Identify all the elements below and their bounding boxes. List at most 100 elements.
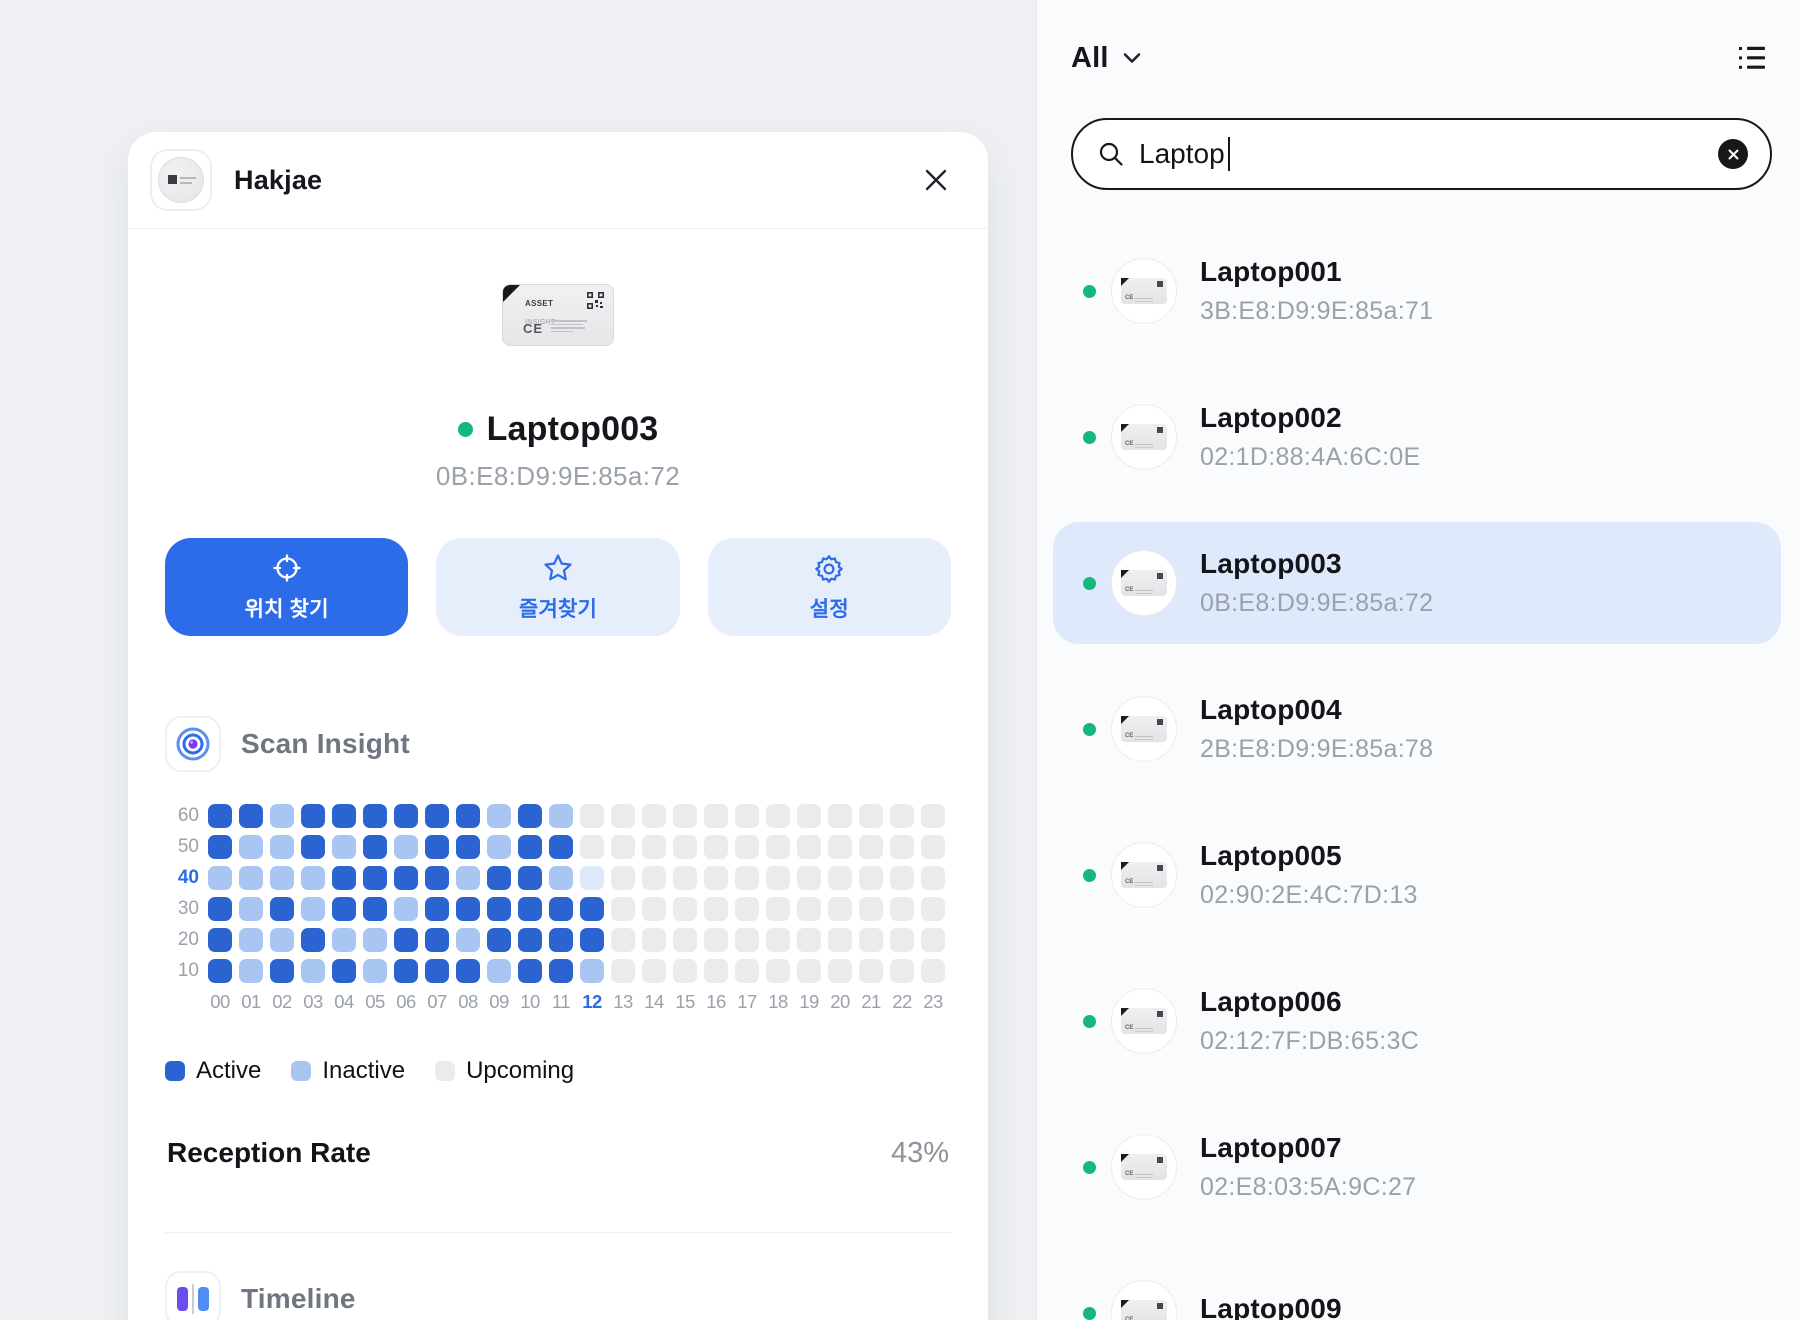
asset-tag-brand: ASSET [525, 299, 553, 308]
asset-tag-image: ASSET INSIGHT CE [502, 284, 614, 346]
asset-tag-mini-image: CE [1121, 1154, 1167, 1180]
device-mac: 0B:E8:D9:9E:85a:72 [165, 461, 951, 492]
device-list-item[interactable]: CE Laptop002 02:1D:88:4A:6C:0E [1071, 376, 1772, 498]
heatmap-cell [239, 928, 263, 952]
close-button[interactable] [916, 160, 956, 200]
filter-label: All [1071, 42, 1109, 75]
heatmap-cell [301, 928, 325, 952]
heatmap-cell [580, 835, 604, 859]
heatmap-cell [394, 928, 418, 952]
heatmap-cell [859, 897, 883, 921]
timeline-title: Timeline [241, 1283, 356, 1315]
device-avatar: CE [1111, 258, 1177, 324]
panel-toolbar: All [1071, 38, 1772, 78]
heatmap-col-label: 20 [828, 991, 852, 1013]
heatmap-cell [208, 897, 232, 921]
heatmap-cell [673, 959, 697, 983]
settings-button[interactable]: 설정 [708, 538, 951, 636]
device-mac: 02:90:2E:4C:7D:13 [1200, 881, 1418, 910]
heatmap-cell [394, 804, 418, 828]
heatmap-cell [425, 866, 449, 890]
heatmap-cell [704, 804, 728, 828]
heatmap-cell [611, 928, 635, 952]
heatmap-cell [735, 928, 759, 952]
heatmap-cell [518, 804, 542, 828]
heatmap-cell [735, 804, 759, 828]
heatmap-cell [797, 928, 821, 952]
reception-rate-label: Reception Rate [167, 1137, 371, 1169]
heatmap-cell [456, 866, 480, 890]
heatmap-cell [704, 866, 728, 890]
asset-tag-mini-image: CE [1121, 570, 1167, 596]
legend-swatch [291, 1061, 311, 1081]
heatmap-cell [363, 959, 387, 983]
search-input-value[interactable]: Laptop [1139, 138, 1225, 170]
legend-swatch [165, 1061, 185, 1081]
asset-tag-mini-image: CE [1121, 1008, 1167, 1034]
heatmap-cell [735, 897, 759, 921]
clear-search-button[interactable] [1718, 139, 1748, 169]
scan-insight-title: Scan Insight [241, 728, 410, 760]
search-icon [1097, 140, 1125, 168]
device-list-item[interactable]: CE Laptop007 02:E8:03:5A:9C:27 [1071, 1106, 1772, 1228]
status-dot [1083, 869, 1096, 882]
timeline-icon-box [165, 1271, 221, 1320]
favorite-button[interactable]: 즐겨찾기 [436, 538, 679, 636]
heatmap-cell [270, 866, 294, 890]
heatmap-cell [797, 866, 821, 890]
heatmap-row-label: 50 [165, 836, 199, 858]
device-mac: 02:E8:03:5A:9C:27 [1200, 1173, 1416, 1202]
heatmap-cell [828, 928, 852, 952]
device-list-item[interactable]: CE Laptop005 02:90:2E:4C:7D:13 [1071, 814, 1772, 936]
heatmap-cell [859, 835, 883, 859]
heatmap-cell [580, 959, 604, 983]
heatmap-cell [270, 897, 294, 921]
heatmap-cell [673, 897, 697, 921]
device-avatar: CE [1111, 1280, 1177, 1320]
heatmap-cell [487, 959, 511, 983]
heatmap-cell [890, 866, 914, 890]
device-name: Laptop006 [1200, 986, 1419, 1018]
heatmap-col-label: 04 [332, 991, 356, 1013]
action-buttons: 위치 찾기 즐겨찾기 설정 [165, 538, 951, 636]
heatmap-cell [425, 959, 449, 983]
heatmap-cell [487, 835, 511, 859]
heatmap-cell [890, 804, 914, 828]
heatmap-cell [797, 959, 821, 983]
heatmap-cell [208, 804, 232, 828]
heatmap-cell [456, 835, 480, 859]
device-list-item[interactable]: CE Laptop006 02:12:7F:DB:65:3C [1071, 960, 1772, 1082]
scan-insight-icon [175, 726, 211, 762]
heatmap-col-label: 12 [580, 991, 604, 1013]
list-view-button[interactable] [1732, 38, 1772, 78]
heatmap-cell [518, 866, 542, 890]
device-list-item[interactable]: CE Laptop004 2B:E8:D9:9E:85a:78 [1071, 668, 1772, 790]
device-list-item[interactable]: CE Laptop009 [1071, 1252, 1772, 1320]
heatmap-cell [673, 866, 697, 890]
device-name: Laptop004 [1200, 694, 1433, 726]
device-list-item[interactable]: CE Laptop003 0B:E8:D9:9E:85a:72 [1053, 522, 1781, 644]
heatmap-cell [456, 928, 480, 952]
device-list-item[interactable]: CE Laptop001 3B:E8:D9:9E:85a:71 [1071, 230, 1772, 352]
filter-dropdown[interactable]: All [1071, 42, 1142, 75]
heatmap-cell [332, 928, 356, 952]
timeline-icon [177, 1284, 209, 1314]
legend-swatch [435, 1061, 455, 1081]
status-dot [1083, 1161, 1096, 1174]
device-name-row: Laptop003 [165, 410, 951, 449]
heatmap-cell [642, 866, 666, 890]
heatmap-cell [642, 804, 666, 828]
detail-overlay-region: Hakjae ASSET INSIGHT [0, 0, 1036, 1320]
device-avatar: CE [1111, 842, 1177, 908]
heatmap-col-label: 13 [611, 991, 635, 1013]
search-bar[interactable]: Laptop [1071, 118, 1772, 190]
heatmap-cell [394, 959, 418, 983]
heatmap-cell [828, 835, 852, 859]
legend-label: Upcoming [466, 1057, 574, 1085]
legend-item: Active [165, 1057, 261, 1085]
device-name: Laptop003 [1200, 548, 1433, 580]
find-location-button[interactable]: 위치 찾기 [165, 538, 408, 636]
card-header: Hakjae [128, 132, 988, 228]
heatmap-cell [518, 897, 542, 921]
device-list-panel: All Laptop [1036, 0, 1800, 1320]
